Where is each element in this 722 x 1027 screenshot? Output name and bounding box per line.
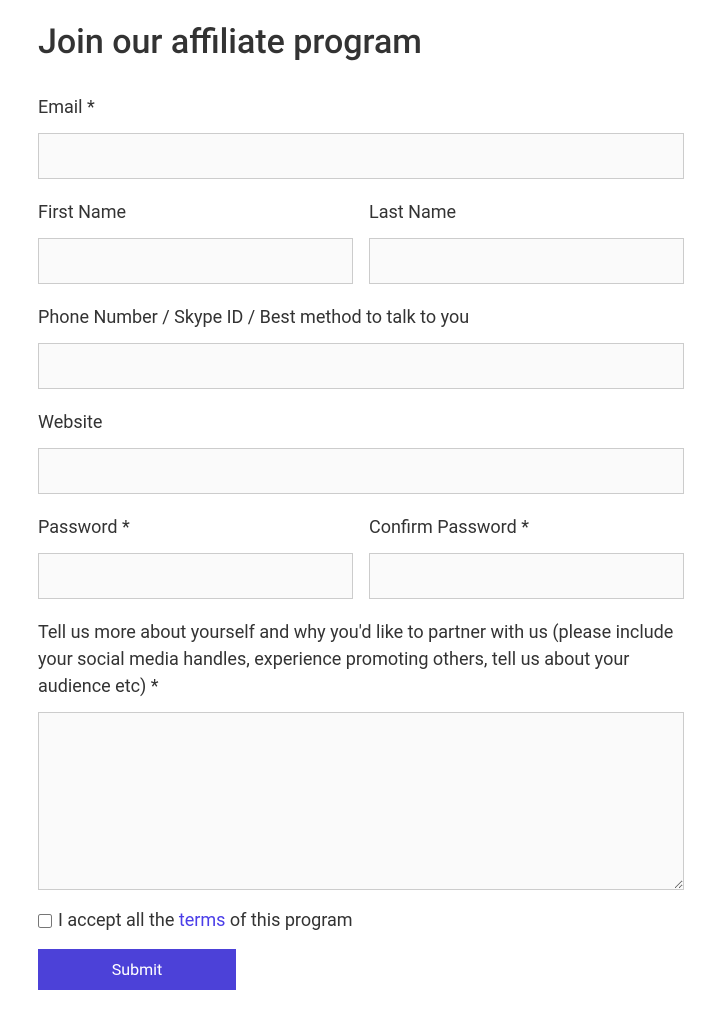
terms-checkbox[interactable] xyxy=(38,914,52,928)
password-field[interactable] xyxy=(38,553,353,599)
website-label: Website xyxy=(38,409,684,436)
password-label: Password * xyxy=(38,514,353,541)
email-label: Email * xyxy=(38,94,684,121)
about-field[interactable] xyxy=(38,712,684,890)
phone-label: Phone Number / Skype ID / Best method to… xyxy=(38,304,684,331)
terms-link[interactable]: terms xyxy=(179,910,226,931)
terms-suffix: of this program xyxy=(225,910,352,931)
last-name-label: Last Name xyxy=(369,199,684,226)
phone-field[interactable] xyxy=(38,343,684,389)
terms-prefix: I accept all the xyxy=(58,910,179,931)
terms-text: I accept all the terms of this program xyxy=(58,910,353,931)
website-field[interactable] xyxy=(38,448,684,494)
confirm-password-field[interactable] xyxy=(369,553,684,599)
first-name-field[interactable] xyxy=(38,238,353,284)
submit-button[interactable]: Submit xyxy=(38,949,236,990)
first-name-label: First Name xyxy=(38,199,353,226)
page-title: Join our affiliate program xyxy=(38,22,684,62)
email-field[interactable] xyxy=(38,133,684,179)
confirm-password-label: Confirm Password * xyxy=(369,514,684,541)
last-name-field[interactable] xyxy=(369,238,684,284)
about-label: Tell us more about yourself and why you'… xyxy=(38,619,684,700)
